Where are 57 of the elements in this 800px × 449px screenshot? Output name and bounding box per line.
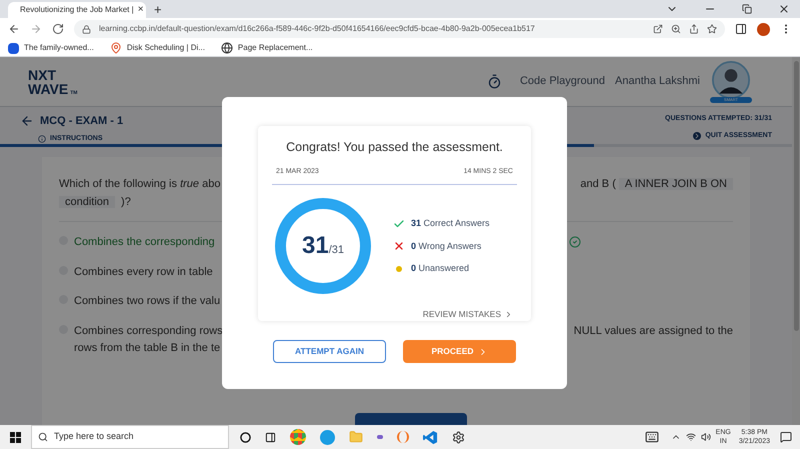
bookmark-item[interactable]: Disk Scheduling | Di...	[110, 42, 205, 54]
chevron-icon	[693, 132, 702, 140]
browser-tab[interactable]: Revolutionizing the Job Market | ×	[8, 2, 146, 18]
stopwatch-icon[interactable]	[486, 74, 502, 89]
info-icon	[38, 134, 46, 143]
taskbar-search-field[interactable]: Type here to search	[31, 425, 229, 449]
keyboard-icon[interactable]	[644, 430, 659, 444]
globe-icon	[220, 42, 233, 54]
tab-title: Revolutionizing the Job Market |	[20, 4, 134, 16]
bookmark-item[interactable]: The family-owned...	[8, 42, 94, 54]
app-icon[interactable]	[377, 435, 383, 439]
cortana-icon[interactable]	[240, 432, 251, 442]
pin-icon	[110, 42, 122, 54]
address-field[interactable]: learning.ccbp.in/default-question/exam/d16c266a-f589-446c-9f2b-d50f41654166/eec9cfd5-bcae-4b80-9a2b-005ecea1b517	[74, 20, 725, 38]
cross-icon	[393, 240, 405, 252]
share-icon[interactable]	[689, 24, 699, 34]
option-text: Combines the corresponding	[74, 235, 215, 250]
user-name: Anantha Lakshmi	[615, 74, 700, 90]
review-mistakes-link[interactable]: REVIEW MISTAKES	[272, 308, 517, 321]
code-editor-icon[interactable]	[423, 430, 438, 444]
new-tab-button[interactable]: +	[154, 3, 162, 16]
check-icon	[393, 218, 405, 230]
zoom-icon[interactable]	[671, 24, 681, 34]
profile-avatar[interactable]	[757, 22, 770, 36]
windows-icon[interactable]	[10, 432, 21, 442]
back-icon[interactable]	[8, 23, 20, 35]
result-title: Congrats! You passed the assessment.	[285, 139, 504, 156]
stat-text: 0 Unanswered	[411, 262, 470, 275]
back-arrow-icon[interactable]	[20, 114, 34, 128]
bookmark-item[interactable]: Page Replacement...	[220, 42, 313, 54]
score-text: 31/31	[302, 231, 344, 262]
volume-icon[interactable]	[700, 432, 711, 442]
url-text: learning.ccbp.in/default-question/exam/d16c266a-f589-446c-9f2b-d50f41654166/eec9cfd5-bcae-4b80-9a2b-005ecea1b517	[99, 23, 536, 35]
avatar	[712, 60, 750, 98]
attempt-again-button[interactable]: ATTEMPT AGAIN	[273, 340, 386, 363]
stat-text: 0 Wrong Answers	[411, 240, 482, 253]
lock-icon	[82, 24, 91, 34]
close-tab-button[interactable]: ×	[138, 5, 144, 15]
side-panel-icon[interactable]	[735, 23, 747, 35]
nav-link[interactable]: Code Playground	[520, 73, 605, 90]
option-text: NULL values are assigned to the	[574, 324, 733, 338]
close-icon[interactable]	[778, 3, 790, 15]
task-view-icon[interactable]	[265, 432, 276, 442]
open-icon[interactable]	[653, 24, 663, 34]
option-text: Combines every row in table	[74, 264, 213, 280]
option-text: rows from the table B in the te	[74, 341, 220, 356]
settings-icon[interactable]	[452, 430, 465, 444]
exam-title: MCQ - EXAM - 1	[40, 114, 124, 129]
reload-icon[interactable]	[52, 23, 64, 35]
notifications-icon[interactable]	[780, 431, 792, 443]
option-text: Combines corresponding rows	[74, 324, 223, 338]
chevron-right-icon	[504, 310, 513, 320]
star-icon[interactable]	[707, 24, 717, 34]
wifi-icon[interactable]	[686, 432, 696, 442]
restore-icon[interactable]	[742, 4, 752, 14]
option-text: Combines two rows if the valu	[74, 294, 220, 309]
search-icon	[38, 432, 48, 442]
